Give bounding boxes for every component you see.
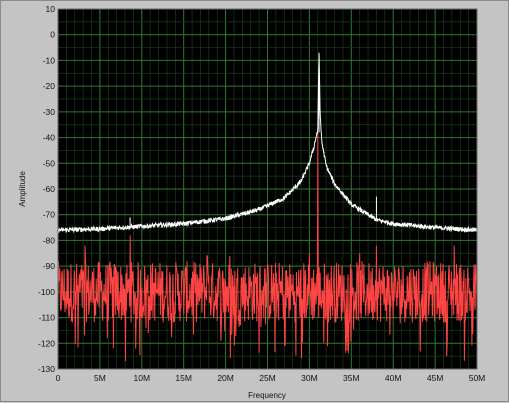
spectrum-chart: 0 5M 10M 15M 20M 25M 30M 35M 40M 45M 50M 10 0 -10 -20… xyxy=(18,4,486,400)
x-tick-label: 15M xyxy=(175,373,192,383)
y-tick-label: -70 xyxy=(43,210,56,220)
x-tick-label: 0 xyxy=(56,373,61,383)
x-tick-label: 10M xyxy=(134,373,151,383)
y-tick-label: -110 xyxy=(39,313,56,323)
y-tick-label: -80 xyxy=(43,235,56,245)
y-tick-label: -120 xyxy=(38,338,55,348)
x-tick-label: 45M xyxy=(427,373,444,383)
y-tick-label: -20 xyxy=(43,81,56,91)
y-tick-label: -130 xyxy=(38,364,55,374)
x-tick-label: 25M xyxy=(259,373,276,383)
y-tick-label: -50 xyxy=(43,158,56,168)
x-tick-label: 35M xyxy=(343,373,360,383)
y-tick-label: 10 xyxy=(46,4,56,14)
y-tick-label: -60 xyxy=(43,184,56,194)
x-tick-label: 30M xyxy=(301,373,318,383)
y-tick-labels: 10 0 -10 -20 -30 -40 -50 -60 -70 -80 -90 -100 -110 -1… xyxy=(38,4,55,374)
x-tick-label: 20M xyxy=(217,373,234,383)
x-tick-labels: 0 5M 10M 15M 20M 25M 30M 35M 40M 45M 50M xyxy=(56,373,486,383)
x-tick-label: 5M xyxy=(94,373,106,383)
y-tick-label: -90 xyxy=(43,261,56,271)
x-tick-label: 40M xyxy=(385,373,402,383)
x-tick-label: 50M xyxy=(469,373,486,383)
y-tick-label: -40 xyxy=(43,133,56,143)
y-tick-label: -30 xyxy=(43,107,56,117)
y-tick-label: -100 xyxy=(38,287,55,297)
y-tick-label: 0 xyxy=(50,30,55,40)
x-axis-label: Frequency xyxy=(248,391,286,400)
y-tick-label: -10 xyxy=(43,55,56,65)
y-axis-label: Amplitude xyxy=(18,171,27,207)
chart-panel: 0 5M 10M 15M 20M 25M 30M 35M 40M 45M 50M 10 0 -10 -20… xyxy=(0,0,509,402)
